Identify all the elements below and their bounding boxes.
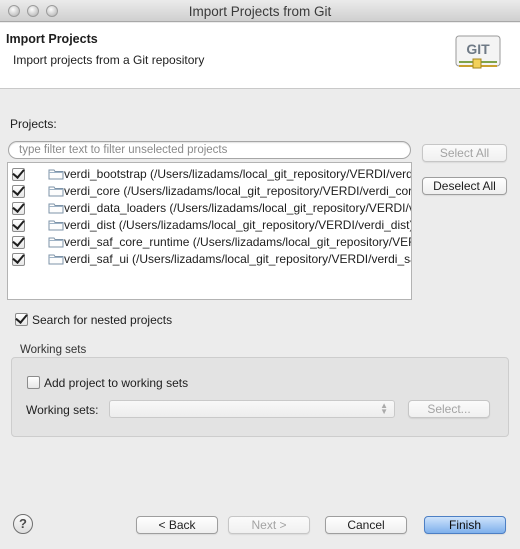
folder-icon [48,186,64,197]
select-all-button[interactable]: Select All [422,144,507,162]
folder-icon [48,220,64,231]
page-title: Import Projects [6,32,98,46]
filter-field [8,141,411,159]
filter-input[interactable] [19,142,399,158]
nested-projects-label: Search for nested projects [32,313,173,327]
project-label: verdi_saf_core_runtime (/Users/lizadams/… [64,235,411,249]
folder-icon [48,237,64,248]
folder-icon [48,203,64,214]
window-title: Import Projects from Git [188,4,332,19]
stepper-arrows-icon: ▲ ▼ [380,401,388,416]
git-logo-text: GIT [466,41,490,57]
back-button[interactable]: < Back [136,516,218,534]
project-checkbox[interactable] [12,168,25,181]
nested-projects-checkbox[interactable] [15,313,28,326]
projects-label: Projects: [10,117,57,131]
working-sets-group [11,357,509,437]
working-sets-select-button[interactable]: Select... [408,400,490,418]
project-label: verdi_saf_ui (/Users/lizadams/local_git_… [64,252,412,266]
project-checkbox[interactable] [12,202,25,215]
working-sets-group-label: Working sets [20,344,87,356]
finish-button[interactable]: Finish [424,516,506,534]
project-checkbox[interactable] [12,219,25,232]
working-sets-field-label: Working sets: [26,403,99,417]
deselect-all-button[interactable]: Deselect All [422,177,507,195]
add-to-working-sets-checkbox[interactable] [27,376,40,389]
list-item[interactable]: verdi_bootstrap (/Users/lizadams/local_g… [8,166,412,183]
git-logo-icon: GIT [455,35,501,69]
project-checkbox[interactable] [12,185,25,198]
header-banner: Import Projects Import projects from a G… [0,23,520,89]
list-item[interactable]: verdi_saf_core_runtime (/Users/lizadams/… [8,234,411,251]
list-item[interactable]: verdi_core (/Users/lizadams/local_git_re… [8,183,412,200]
working-sets-combo[interactable]: ▲ ▼ [109,400,395,418]
project-label: verdi_bootstrap (/Users/lizadams/local_g… [64,167,412,181]
cancel-button[interactable]: Cancel [325,516,407,534]
project-label: verdi_dist (/Users/lizadams/local_git_re… [64,218,412,232]
list-item[interactable]: verdi_data_loaders (/Users/lizadams/loca… [8,200,411,217]
page-description: Import projects from a Git repository [13,53,205,67]
list-item[interactable]: verdi_dist (/Users/lizadams/local_git_re… [8,217,412,234]
projects-list[interactable]: verdi_bootstrap (/Users/lizadams/local_g… [7,162,412,300]
add-to-working-sets-label: Add project to working sets [44,376,189,390]
project-checkbox[interactable] [12,236,25,249]
folder-icon [48,254,64,265]
folder-icon [48,169,64,180]
help-icon[interactable]: ? [13,514,33,534]
list-item[interactable]: verdi_saf_ui (/Users/lizadams/local_git_… [8,251,412,268]
project-label: verdi_core (/Users/lizadams/local_git_re… [64,184,412,198]
project-label: verdi_data_loaders (/Users/lizadams/loca… [64,201,411,215]
next-button[interactable]: Next > [228,516,310,534]
project-checkbox[interactable] [12,253,25,266]
title-bar: Import Projects from Git [0,0,520,22]
